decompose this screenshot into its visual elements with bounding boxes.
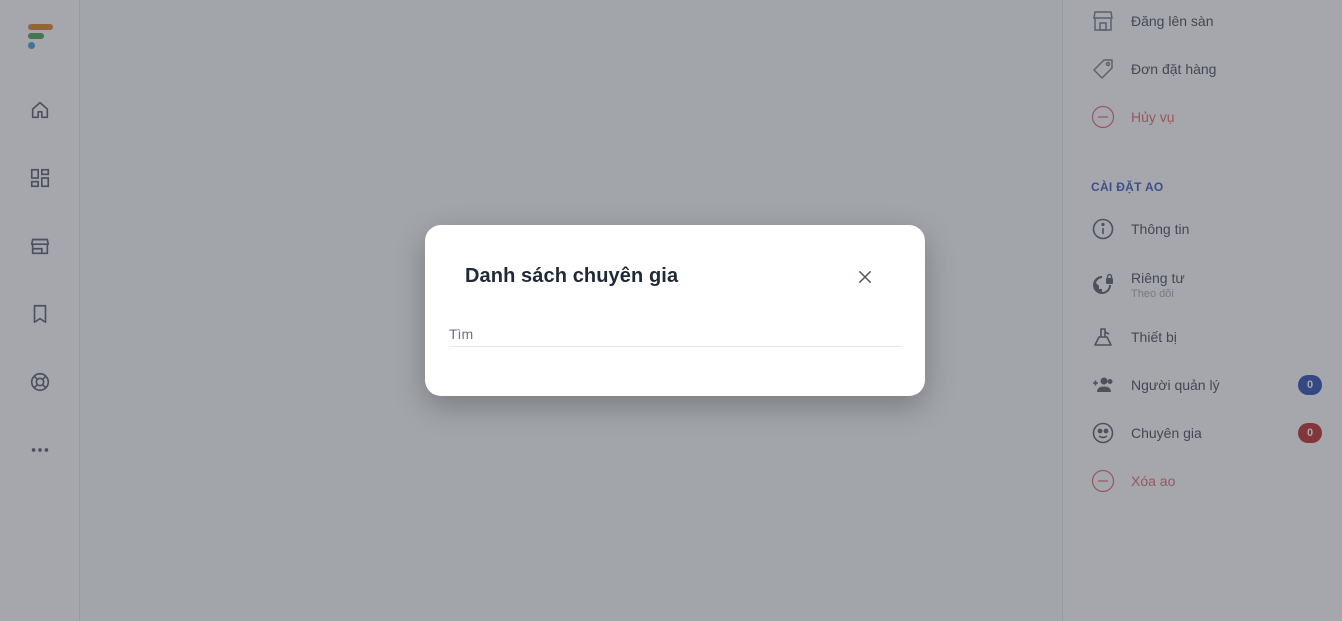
dialog-title: Danh sách chuyên gia xyxy=(465,265,679,287)
expert-list-dialog: Danh sách chuyên gia xyxy=(425,225,925,396)
close-button[interactable] xyxy=(853,265,877,289)
search-input[interactable] xyxy=(449,321,901,347)
close-icon xyxy=(859,271,871,283)
